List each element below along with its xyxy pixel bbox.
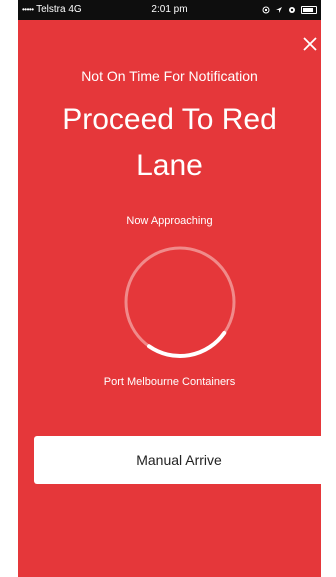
location-arrow-icon [276,7,282,13]
alarm-icon [289,7,295,13]
lock-rotation-icon [262,6,270,14]
manual-arrive-button[interactable]: Manual Arrive [34,436,321,484]
close-icon [303,37,317,51]
notification-subtitle: Not On Time For Notification [81,68,258,84]
approaching-label: Now Approaching [126,215,213,227]
battery-icon [301,6,317,14]
destination-name: Port Melbourne Containers [103,376,236,388]
status-bar: ••••• Telstra 4G 2:01 pm [18,0,321,20]
progress-ring-arc [147,330,227,358]
notification-screen: ••••• Telstra 4G 2:01 pm Not On Time For… [18,0,321,577]
page-title: Proceed To Red Lane [62,103,277,182]
status-icons [262,0,317,20]
approach-progress-ring [124,246,236,358]
close-button[interactable] [302,36,318,52]
battery-level [303,8,314,12]
